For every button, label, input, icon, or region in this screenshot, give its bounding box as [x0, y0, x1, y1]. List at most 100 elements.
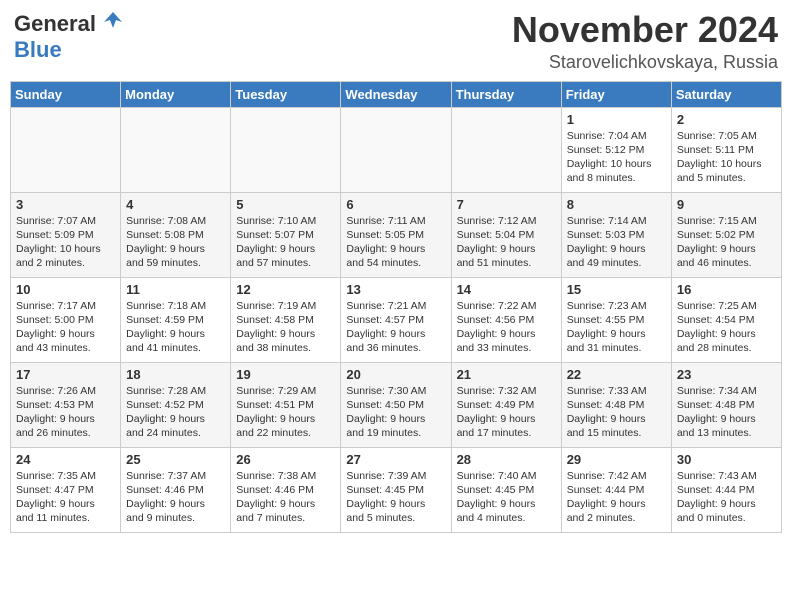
calendar-cell: 26 Sunrise: 7:38 AMSunset: 4:46 PMDayligh…	[231, 447, 341, 532]
calendar-table: SundayMondayTuesdayWednesdayThursdayFrid…	[10, 81, 782, 533]
day-number: 26	[236, 452, 335, 467]
calendar-cell: 12Sunrise: 7:19 AMSunset: 4:58 PMDayligh…	[231, 277, 341, 362]
day-number: 9	[677, 197, 776, 212]
month-title: November 2024	[512, 10, 778, 50]
day-info: Sunrise: 7:38 AMSunset: 4:46 PMDaylight:…	[236, 469, 335, 526]
calendar-cell: 30 Sunrise: 7:43 AMSunset: 4:44 PMDayligh…	[671, 447, 781, 532]
calendar-cell	[121, 107, 231, 192]
page-header: General Blue November 2024 Starovelichko…	[10, 10, 782, 73]
day-info: Sunrise: 7:11 AMSunset: 5:05 PMDaylight:…	[346, 214, 445, 271]
day-info: Sunrise: 7:39 AMSunset: 4:45 PMDaylight:…	[346, 469, 445, 526]
day-info: Sunrise: 7:21 AMSunset: 4:57 PMDaylight:…	[346, 299, 445, 356]
day-info: Sunrise: 7:37 AMSunset: 4:46 PMDaylight:…	[126, 469, 225, 526]
calendar-body: 1Sunrise: 7:04 AMSunset: 5:12 PMDaylight…	[11, 107, 782, 532]
calendar-cell: 4 Sunrise: 7:08 AMSunset: 5:08 PMDaylight…	[121, 192, 231, 277]
calendar-cell: 22 Sunrise: 7:33 AMSunset: 4:48 PMDayligh…	[561, 362, 671, 447]
day-of-week-header: Tuesday	[231, 81, 341, 107]
calendar-cell: 27 Sunrise: 7:39 AMSunset: 4:45 PMDayligh…	[341, 447, 451, 532]
day-info: Sunrise: 7:34 AMSunset: 4:48 PMDaylight:…	[677, 384, 776, 441]
calendar-week-row: 17Sunrise: 7:26 AMSunset: 4:53 PMDayligh…	[11, 362, 782, 447]
day-number: 16	[677, 282, 776, 297]
day-info: Sunrise: 7:07 AMSunset: 5:09 PMDaylight:…	[16, 214, 115, 271]
day-of-week-header: Thursday	[451, 81, 561, 107]
logo-bird-icon	[102, 10, 124, 37]
calendar-cell: 11 Sunrise: 7:18 AMSunset: 4:59 PMDayligh…	[121, 277, 231, 362]
calendar-cell: 23 Sunrise: 7:34 AMSunset: 4:48 PMDayligh…	[671, 362, 781, 447]
day-number: 6	[346, 197, 445, 212]
day-number: 30	[677, 452, 776, 467]
day-number: 12	[236, 282, 335, 297]
calendar-cell: 3 Sunrise: 7:07 AMSunset: 5:09 PMDaylight…	[11, 192, 121, 277]
calendar-week-row: 24 Sunrise: 7:35 AMSunset: 4:47 PMDayligh…	[11, 447, 782, 532]
calendar-week-row: 1Sunrise: 7:04 AMSunset: 5:12 PMDaylight…	[11, 107, 782, 192]
calendar-cell: 1Sunrise: 7:04 AMSunset: 5:12 PMDaylight…	[561, 107, 671, 192]
day-number: 15	[567, 282, 666, 297]
title-area: November 2024 Starovelichkovskaya, Russi…	[512, 10, 778, 73]
day-number: 22	[567, 367, 666, 382]
day-number: 18	[126, 367, 225, 382]
calendar-cell: 6 Sunrise: 7:11 AMSunset: 5:05 PMDaylight…	[341, 192, 451, 277]
calendar-header-row: SundayMondayTuesdayWednesdayThursdayFrid…	[11, 81, 782, 107]
day-info: Sunrise: 7:33 AMSunset: 4:48 PMDaylight:…	[567, 384, 666, 441]
calendar-cell: 2 Sunrise: 7:05 AMSunset: 5:11 PMDaylight…	[671, 107, 781, 192]
calendar-cell	[341, 107, 451, 192]
day-info: Sunrise: 7:28 AMSunset: 4:52 PMDaylight:…	[126, 384, 225, 441]
day-number: 11	[126, 282, 225, 297]
calendar-cell: 13 Sunrise: 7:21 AMSunset: 4:57 PMDayligh…	[341, 277, 451, 362]
day-of-week-header: Wednesday	[341, 81, 451, 107]
day-of-week-header: Saturday	[671, 81, 781, 107]
location-subtitle: Starovelichkovskaya, Russia	[512, 52, 778, 73]
day-number: 8	[567, 197, 666, 212]
day-number: 5	[236, 197, 335, 212]
calendar-cell: 28 Sunrise: 7:40 AMSunset: 4:45 PMDayligh…	[451, 447, 561, 532]
day-number: 4	[126, 197, 225, 212]
day-number: 10	[16, 282, 115, 297]
day-number: 14	[457, 282, 556, 297]
day-info: Sunrise: 7:05 AMSunset: 5:11 PMDaylight:…	[677, 129, 776, 186]
calendar-cell: 9 Sunrise: 7:15 AMSunset: 5:02 PMDaylight…	[671, 192, 781, 277]
day-number: 2	[677, 112, 776, 127]
day-info: Sunrise: 7:17 AMSunset: 5:00 PMDaylight:…	[16, 299, 115, 356]
day-info: Sunrise: 7:08 AMSunset: 5:08 PMDaylight:…	[126, 214, 225, 271]
day-number: 24	[16, 452, 115, 467]
day-info: Sunrise: 7:40 AMSunset: 4:45 PMDaylight:…	[457, 469, 556, 526]
day-number: 20	[346, 367, 445, 382]
day-info: Sunrise: 7:15 AMSunset: 5:02 PMDaylight:…	[677, 214, 776, 271]
calendar-cell	[11, 107, 121, 192]
day-info: Sunrise: 7:04 AMSunset: 5:12 PMDaylight:…	[567, 129, 666, 186]
day-number: 29	[567, 452, 666, 467]
logo: General Blue	[14, 10, 124, 63]
calendar-cell: 14 Sunrise: 7:22 AMSunset: 4:56 PMDayligh…	[451, 277, 561, 362]
day-info: Sunrise: 7:12 AMSunset: 5:04 PMDaylight:…	[457, 214, 556, 271]
day-number: 23	[677, 367, 776, 382]
calendar-cell: 21Sunrise: 7:32 AMSunset: 4:49 PMDayligh…	[451, 362, 561, 447]
calendar-cell: 24 Sunrise: 7:35 AMSunset: 4:47 PMDayligh…	[11, 447, 121, 532]
day-info: Sunrise: 7:25 AMSunset: 4:54 PMDaylight:…	[677, 299, 776, 356]
day-info: Sunrise: 7:14 AMSunset: 5:03 PMDaylight:…	[567, 214, 666, 271]
day-number: 28	[457, 452, 556, 467]
day-info: Sunrise: 7:22 AMSunset: 4:56 PMDaylight:…	[457, 299, 556, 356]
day-number: 27	[346, 452, 445, 467]
logo-general-text: General	[14, 11, 96, 37]
day-number: 13	[346, 282, 445, 297]
day-info: Sunrise: 7:23 AMSunset: 4:55 PMDaylight:…	[567, 299, 666, 356]
day-info: Sunrise: 7:35 AMSunset: 4:47 PMDaylight:…	[16, 469, 115, 526]
calendar-cell: 5 Sunrise: 7:10 AMSunset: 5:07 PMDaylight…	[231, 192, 341, 277]
day-of-week-header: Sunday	[11, 81, 121, 107]
calendar-cell: 18 Sunrise: 7:28 AMSunset: 4:52 PMDayligh…	[121, 362, 231, 447]
day-info: Sunrise: 7:10 AMSunset: 5:07 PMDaylight:…	[236, 214, 335, 271]
day-info: Sunrise: 7:29 AMSunset: 4:51 PMDaylight:…	[236, 384, 335, 441]
day-number: 25	[126, 452, 225, 467]
day-number: 19	[236, 367, 335, 382]
day-number: 3	[16, 197, 115, 212]
day-number: 21	[457, 367, 556, 382]
day-number: 17	[16, 367, 115, 382]
calendar-cell	[231, 107, 341, 192]
calendar-cell: 10 Sunrise: 7:17 AMSunset: 5:00 PMDayligh…	[11, 277, 121, 362]
calendar-cell: 15 Sunrise: 7:23 AMSunset: 4:55 PMDayligh…	[561, 277, 671, 362]
day-info: Sunrise: 7:18 AMSunset: 4:59 PMDaylight:…	[126, 299, 225, 356]
day-info: Sunrise: 7:43 AMSunset: 4:44 PMDaylight:…	[677, 469, 776, 526]
calendar-cell	[451, 107, 561, 192]
calendar-cell: 25 Sunrise: 7:37 AMSunset: 4:46 PMDayligh…	[121, 447, 231, 532]
calendar-week-row: 10 Sunrise: 7:17 AMSunset: 5:00 PMDayligh…	[11, 277, 782, 362]
